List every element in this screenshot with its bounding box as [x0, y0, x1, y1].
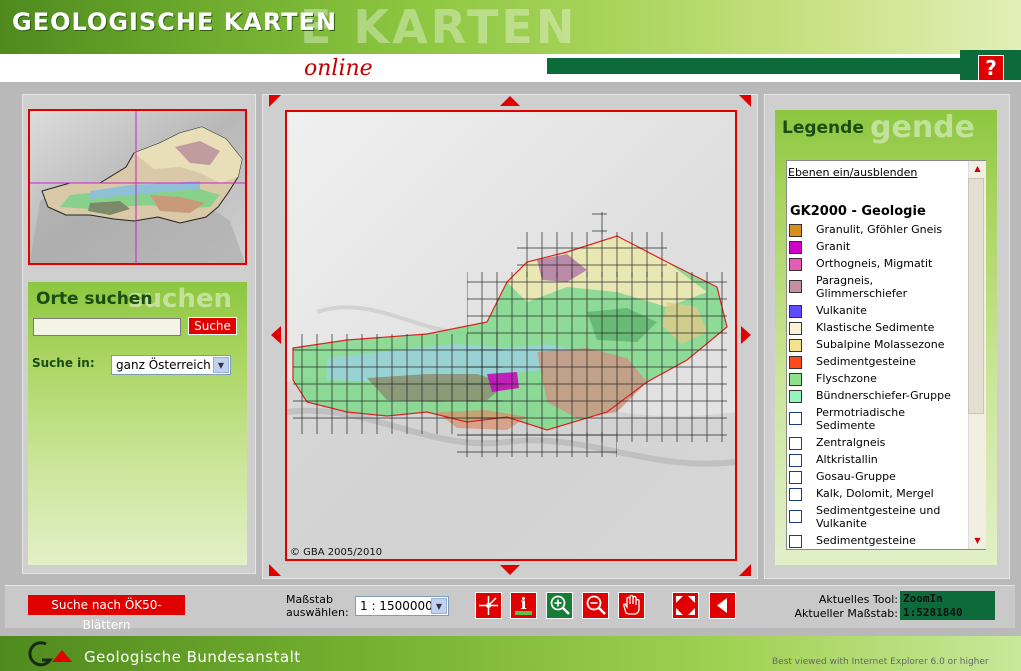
place-search-input[interactable] [33, 318, 181, 336]
gba-logo [24, 640, 74, 668]
header-accent-bar [547, 58, 1021, 74]
legend-swatch [789, 510, 802, 523]
zoom-out-tool-button[interactable] [582, 592, 609, 619]
geology-map-image [287, 112, 735, 559]
legend-item-label: Klastische Sedimente [816, 321, 935, 334]
scale-select-value: 1 : 1500000 [360, 599, 433, 613]
zoom-in-tool-button[interactable] [546, 592, 573, 619]
legend-swatch [789, 280, 802, 293]
scroll-up-icon[interactable]: ▲ [969, 161, 986, 177]
legend-swatch [789, 305, 802, 318]
legend-item-label: Sedimentgesteine [816, 534, 916, 547]
status-labels: Aktuelles Tool: Aktueller Maßstab: [780, 593, 898, 621]
arrow-left-icon [717, 598, 727, 613]
pan-southwest-icon[interactable] [269, 564, 281, 576]
pan-south-icon[interactable] [500, 565, 520, 575]
current-scale-value: 1:5281840 [903, 606, 963, 619]
legend-swatch [789, 488, 802, 501]
legend-swatch [789, 535, 802, 548]
legend-item-label: Flyschzone [816, 372, 877, 385]
legend-swatch [789, 224, 802, 237]
legend-title-ghost: gende [870, 110, 975, 145]
search-in-label: Suche in: [32, 356, 95, 370]
status-values: ZoomIn 1:5281840 [903, 592, 963, 620]
scroll-down-icon[interactable]: ▼ [969, 533, 986, 549]
current-tool-label: Aktuelles Tool: [818, 593, 898, 606]
legend-title: Legende [782, 118, 864, 138]
region-select[interactable]: ganz Österreich ▼ [111, 355, 231, 375]
legend-item-label: Sedimentgesteine und Vulkanite [816, 504, 941, 530]
svg-text:i: i [520, 594, 526, 613]
info-tool-button[interactable]: i [510, 592, 537, 619]
legend-item-label: Altkristallin [816, 453, 878, 466]
expand-arrows-icon [676, 596, 695, 615]
set-point-tool-button[interactable] [475, 592, 502, 619]
legend-item-label: Zentralgneis [816, 436, 886, 449]
header-title-ghost: E KARTEN [300, 0, 578, 54]
legend-item-label: Bündnerschiefer-Gruppe [816, 389, 951, 402]
toggle-layers-link[interactable]: Ebenen ein/ausblenden [788, 166, 917, 179]
oek50-search-button[interactable]: Suche nach ÖK50-Blättern [28, 595, 185, 632]
legend-swatch [789, 258, 802, 271]
zoom-out-icon [586, 595, 606, 615]
scale-select-label: Maßstab auswählen: [286, 593, 349, 619]
pan-northwest-icon[interactable] [269, 95, 281, 107]
legend-item-label: Granulit, Gföhler Gneis [816, 223, 943, 236]
pan-tool-button[interactable] [618, 592, 645, 619]
legend-swatch [789, 454, 802, 467]
legend-swatch [789, 373, 802, 386]
crosshair-icon [479, 596, 498, 615]
pan-northeast-icon[interactable] [739, 95, 751, 107]
legend-item-label: Subalpine Molassezone [816, 338, 945, 351]
legend-swatch [789, 437, 802, 450]
legend-swatch [789, 322, 802, 335]
app-subtitle: online [304, 56, 373, 81]
legend-swatch [789, 339, 802, 352]
scale-label-line1: Maßstab [286, 593, 333, 606]
info-icon: i [515, 594, 532, 615]
map-copyright: © GBA 2005/2010 [290, 547, 383, 558]
legend-scroll-thumb[interactable] [968, 178, 984, 414]
layer-title: GK2000 - Geologie [790, 204, 926, 219]
zoom-in-icon [550, 595, 570, 615]
legend-swatch [789, 356, 802, 369]
pan-north-icon[interactable] [500, 96, 520, 106]
overview-map[interactable] [28, 109, 247, 265]
legend-item-label: Sedimentgesteine [816, 355, 916, 368]
overview-map-image [30, 111, 245, 263]
scale-label-line2: auswählen: [286, 606, 349, 619]
legend-swatch [789, 390, 802, 403]
current-scale-label: Aktueller Maßstab: [794, 607, 898, 620]
chevron-down-icon[interactable]: ▼ [431, 598, 447, 614]
main-map[interactable] [285, 110, 737, 561]
pan-west-icon[interactable] [271, 326, 281, 344]
back-button[interactable] [709, 592, 736, 619]
help-button[interactable]: ? [978, 55, 1004, 81]
legend-item-label: Vulkanite [816, 304, 867, 317]
legend-swatch [789, 241, 802, 254]
legend-swatch [789, 412, 802, 425]
legend-item-label: Paragneis, Glimmerschiefer [816, 274, 908, 300]
legend-item-label: Permotriadische Sedimente [816, 406, 905, 432]
footer-org-name: Geologische Bundesanstalt [84, 648, 301, 666]
search-button[interactable]: Suche [188, 317, 237, 335]
legend-item-label: Orthogneis, Migmatit [816, 257, 933, 270]
footer-browser-note: Best viewed with Internet Explorer 6.0 o… [772, 657, 989, 667]
legend-swatch [789, 471, 802, 484]
current-tool-value: ZoomIn [903, 592, 943, 605]
region-select-value: ganz Österreich [116, 358, 211, 372]
legend-item-label: Granit [816, 240, 851, 253]
pan-east-icon[interactable] [741, 326, 751, 344]
legend-item-label: Gosau-Gruppe [816, 470, 896, 483]
legend-item-label: Kalk, Dolomit, Mergel [816, 487, 934, 500]
hand-icon [623, 594, 640, 615]
chevron-down-icon[interactable]: ▼ [213, 357, 229, 373]
full-extent-button[interactable] [672, 592, 699, 619]
scale-select[interactable]: 1 : 1500000 ▼ [355, 596, 449, 616]
search-title: Orte suchen [36, 289, 153, 309]
pan-southeast-icon[interactable] [739, 564, 751, 576]
app-title: GEOLOGISCHE KARTEN [12, 8, 338, 36]
